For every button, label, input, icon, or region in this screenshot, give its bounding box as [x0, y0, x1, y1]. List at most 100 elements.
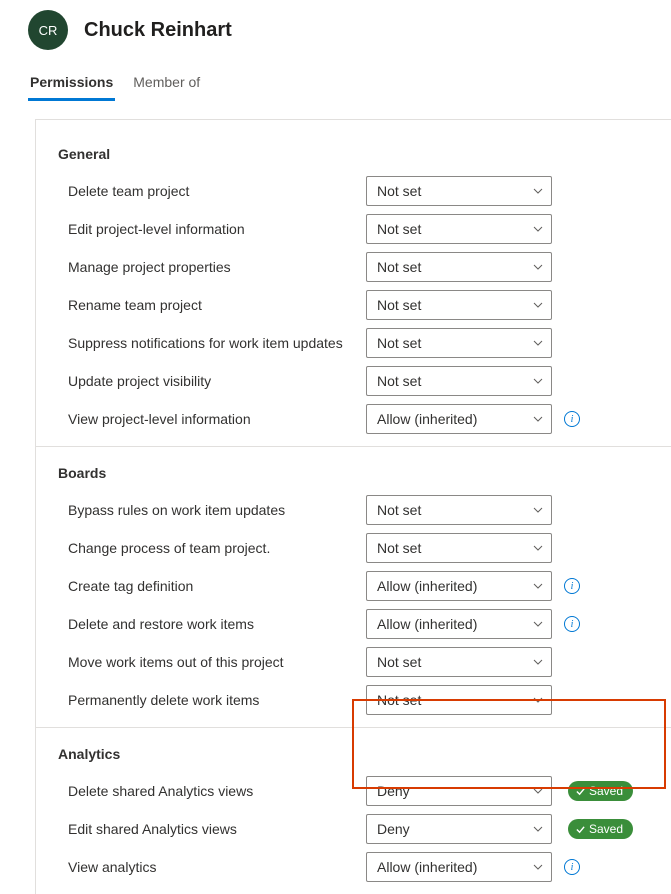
chevron-down-icon	[533, 862, 543, 872]
permission-label: Edit project-level information	[68, 221, 366, 237]
permission-row: Manage project properties Not set	[36, 248, 671, 286]
dropdown-value: Not set	[377, 540, 421, 556]
chevron-down-icon	[533, 619, 543, 629]
permission-label: Suppress notifications for work item upd…	[68, 335, 366, 351]
chevron-down-icon	[533, 581, 543, 591]
permission-label: Create tag definition	[68, 578, 366, 594]
permission-label: View project-level information	[68, 411, 366, 427]
permission-row: Bypass rules on work item updatesNot set	[36, 491, 671, 529]
dropdown-value: Not set	[377, 259, 421, 275]
permission-label: Bypass rules on work item updates	[68, 502, 366, 518]
chevron-down-icon	[533, 226, 543, 232]
permission-label: Change process of team project.	[68, 540, 366, 556]
permission-row: Move work items out of this projectNot s…	[36, 643, 671, 681]
dropdown-value: Not set	[377, 297, 421, 313]
info-icon[interactable]: i	[564, 616, 580, 632]
permission-dropdown[interactable]: Not set	[366, 495, 552, 525]
dropdown-value: Deny	[377, 783, 410, 799]
permissions-panel: General Delete team projectNot set Edit p…	[35, 119, 671, 894]
info-icon[interactable]: i	[564, 411, 580, 427]
chevron-down-icon	[533, 505, 543, 515]
dropdown-value: Not set	[377, 654, 421, 670]
chevron-down-icon	[533, 414, 543, 424]
permission-dropdown[interactable]: Not set	[366, 328, 552, 358]
saved-badge: Saved	[568, 781, 633, 801]
chevron-down-icon	[533, 376, 543, 386]
permission-dropdown[interactable]: Not set	[366, 252, 552, 282]
user-header: CR Chuck Reinhart	[0, 0, 671, 50]
permission-dropdown[interactable]: Not set	[366, 685, 552, 715]
permission-row: Create tag definition Allow (inherited) i	[36, 567, 671, 605]
dropdown-value: Deny	[377, 821, 410, 837]
dropdown-value: Allow (inherited)	[377, 411, 477, 427]
permission-row: View project-level information Allow (inh…	[36, 400, 671, 438]
permission-label: Rename team project	[68, 297, 366, 313]
permission-row: Delete and restore work items Allow (inhe…	[36, 605, 671, 643]
permission-dropdown[interactable]: Allow (inherited)	[366, 609, 552, 639]
permission-dropdown[interactable]: Not set	[366, 647, 552, 677]
chevron-down-icon	[533, 186, 543, 196]
section-title-analytics: Analytics	[36, 740, 671, 772]
chevron-down-icon	[533, 264, 543, 270]
permission-label: Delete and restore work items	[68, 616, 366, 632]
permission-label: Delete shared Analytics views	[68, 783, 366, 799]
permission-dropdown[interactable]: Allow (inherited)	[366, 404, 552, 434]
chevron-down-icon	[533, 659, 543, 665]
permission-dropdown[interactable]: Not set	[366, 214, 552, 244]
chevron-down-icon	[533, 340, 543, 346]
dropdown-value: Allow (inherited)	[377, 616, 477, 632]
permission-dropdown[interactable]: Deny	[366, 776, 552, 806]
user-name: Chuck Reinhart	[84, 19, 232, 42]
chevron-down-icon	[533, 543, 543, 553]
permission-label: View analytics	[68, 859, 366, 875]
dropdown-value: Not set	[377, 183, 421, 199]
chevron-down-icon	[533, 788, 543, 794]
divider	[36, 446, 671, 447]
chevron-down-icon	[533, 824, 543, 834]
dropdown-value: Not set	[377, 221, 421, 237]
dropdown-value: Not set	[377, 373, 421, 389]
info-icon[interactable]: i	[564, 859, 580, 875]
check-icon	[576, 787, 585, 796]
chevron-down-icon	[533, 697, 543, 703]
permission-dropdown[interactable]: Not set	[366, 176, 552, 206]
saved-label: Saved	[589, 784, 623, 798]
chevron-down-icon	[533, 378, 543, 384]
permission-row: Permanently delete work itemsNot set	[36, 681, 671, 719]
chevron-down-icon	[533, 545, 543, 551]
permission-row: Suppress notifications for work item upd…	[36, 324, 671, 362]
dropdown-value: Not set	[377, 335, 421, 351]
chevron-down-icon	[533, 583, 543, 589]
tab-permissions[interactable]: Permissions	[28, 68, 115, 101]
dropdown-value: Allow (inherited)	[377, 859, 477, 875]
chevron-down-icon	[533, 657, 543, 667]
section-title-general: General	[36, 140, 671, 172]
permission-label: Update project visibility	[68, 373, 366, 389]
permission-dropdown[interactable]: Not set	[366, 366, 552, 396]
chevron-down-icon	[533, 864, 543, 870]
permission-dropdown[interactable]: Allow (inherited)	[366, 571, 552, 601]
permission-row: Update project visibility Not set	[36, 362, 671, 400]
chevron-down-icon	[533, 695, 543, 705]
check-icon	[576, 825, 585, 834]
permission-row: View analytics Allow (inherited) i	[36, 848, 671, 886]
permission-dropdown[interactable]: Allow (inherited)	[366, 852, 552, 882]
divider	[36, 727, 671, 728]
chevron-down-icon	[533, 262, 543, 272]
permission-dropdown[interactable]: Not set	[366, 290, 552, 320]
permission-dropdown[interactable]: Not set	[366, 533, 552, 563]
permission-row: Delete team projectNot set	[36, 172, 671, 210]
chevron-down-icon	[533, 507, 543, 513]
info-icon[interactable]: i	[564, 578, 580, 594]
permission-label: Permanently delete work items	[68, 692, 366, 708]
permission-label: Edit shared Analytics views	[68, 821, 366, 837]
permission-label: Manage project properties	[68, 259, 366, 275]
chevron-down-icon	[533, 302, 543, 308]
permission-dropdown[interactable]: Deny	[366, 814, 552, 844]
chevron-down-icon	[533, 621, 543, 627]
saved-label: Saved	[589, 822, 623, 836]
tab-memberof[interactable]: Member of	[131, 68, 202, 101]
permission-row: Edit shared Analytics views Deny Saved	[36, 810, 671, 848]
tabs: Permissions Member of	[0, 50, 671, 101]
dropdown-value: Allow (inherited)	[377, 578, 477, 594]
